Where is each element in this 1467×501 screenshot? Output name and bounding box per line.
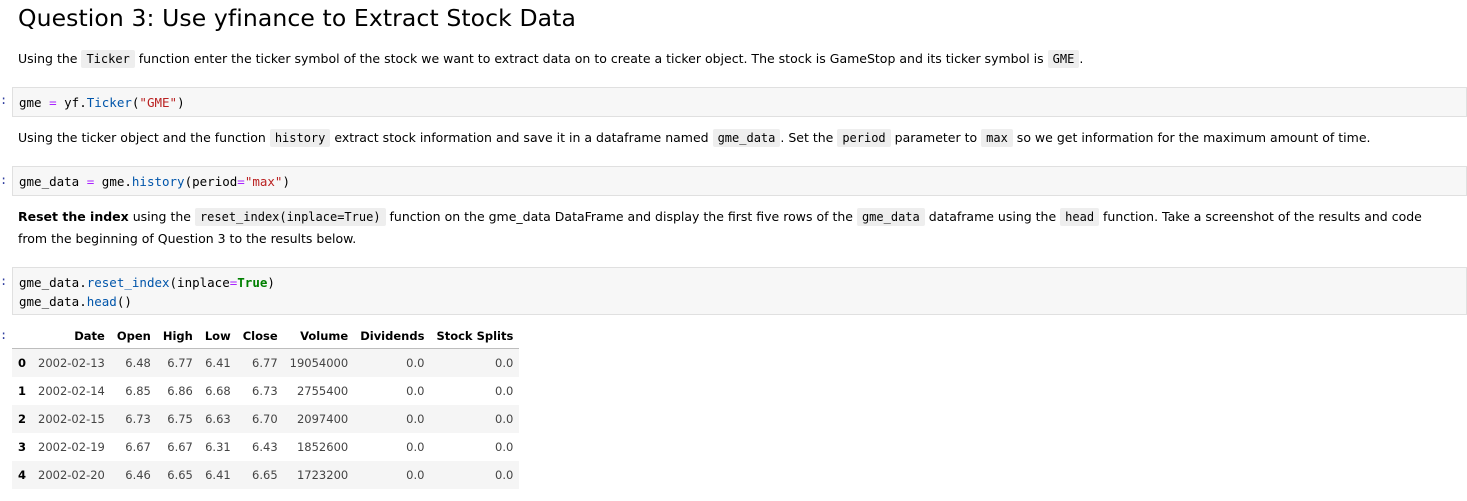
instruction-paragraph-1: Using the Ticker function enter the tick… — [18, 50, 1084, 68]
cell-close: 6.73 — [252, 384, 278, 398]
cell-low: 6.63 — [205, 412, 231, 426]
cell-volume: 2755400 — [296, 384, 349, 398]
cell-dividends: 0.0 — [406, 356, 425, 370]
row-index: 2 — [18, 412, 27, 426]
cell-date: 2002-02-13 — [38, 356, 105, 370]
column-header — [12, 324, 32, 349]
column-header: Stock Splits — [436, 329, 514, 343]
column-header: Volume — [300, 329, 349, 343]
cell-open: 6.85 — [125, 384, 151, 398]
column-header: Dividends — [360, 329, 425, 343]
table-row: 3 2002-02-19 6.67 6.67 6.31 6.43 1852600… — [12, 433, 519, 461]
cell-high: 6.75 — [167, 412, 193, 426]
cell-close: 6.77 — [252, 356, 278, 370]
cell-prompt: : — [0, 93, 8, 107]
inline-code-gme: GME — [1047, 50, 1080, 68]
code-cell-history[interactable]: gme_data = gme.history(period="max") — [12, 166, 1467, 196]
cell-dividends: 0.0 — [406, 384, 425, 398]
table-row: 1 2002-02-14 6.85 6.86 6.68 6.73 2755400… — [12, 377, 519, 405]
cell-volume: 1723200 — [296, 468, 349, 482]
code-cell-reset-head[interactable]: gme_data.reset_index(inplace=True) gme_d… — [12, 267, 1467, 315]
inline-code-period: period — [837, 129, 891, 147]
column-header: Open — [116, 329, 151, 343]
cell-close: 6.43 — [252, 440, 278, 454]
row-index: 1 — [18, 384, 27, 398]
cell-date: 2002-02-14 — [38, 384, 105, 398]
cell-dividends: 0.0 — [406, 468, 425, 482]
row-index: 0 — [18, 356, 27, 370]
cell-close: 6.70 — [252, 412, 278, 426]
cell-high: 6.65 — [167, 468, 193, 482]
cell-stock-splits: 0.0 — [495, 384, 514, 398]
row-index: 3 — [18, 440, 27, 454]
cell-close: 6.65 — [252, 468, 278, 482]
cell-volume: 1852600 — [296, 440, 349, 454]
cell-volume: 19054000 — [289, 356, 349, 370]
cell-stock-splits: 0.0 — [495, 356, 514, 370]
cell-stock-splits: 0.0 — [495, 412, 514, 426]
inline-code-history: history — [269, 129, 331, 147]
cell-prompt: : — [0, 274, 8, 288]
cell-dividends: 0.0 — [406, 440, 425, 454]
cell-prompt: : — [0, 173, 8, 187]
cell-open: 6.73 — [125, 412, 151, 426]
cell-low: 6.41 — [205, 356, 231, 370]
inline-code-reset-index: reset_index(inplace=True) — [194, 208, 386, 226]
cell-date: 2002-02-20 — [38, 468, 105, 482]
cell-date: 2002-02-15 — [38, 412, 105, 426]
cell-low: 6.41 — [205, 468, 231, 482]
table-row: 2 2002-02-15 6.73 6.75 6.63 6.70 2097400… — [12, 405, 520, 433]
cell-high: 6.67 — [167, 440, 193, 454]
row-index: 4 — [18, 468, 27, 482]
cell-dividends: 0.0 — [406, 412, 425, 426]
table-row: 0 2002-02-13 6.48 6.77 6.41 6.77 1905400… — [12, 348, 520, 377]
cell-volume: 2097400 — [296, 412, 349, 426]
cell-low: 6.68 — [205, 384, 231, 398]
instruction-paragraph-3: Reset the index using the reset_index(in… — [18, 208, 1422, 246]
code-cell-ticker[interactable]: gme = yf.Ticker("GME") — [12, 87, 1467, 117]
table-header-row: Date Open High Low Close Volume Dividend… — [12, 324, 520, 349]
column-header: Low — [204, 329, 231, 343]
inline-code-max: max — [981, 129, 1013, 147]
cell-date: 2002-02-19 — [38, 440, 105, 454]
output-prompt: : — [0, 328, 8, 342]
inline-code-gme-data: gme_data — [856, 208, 925, 226]
column-header: Date — [74, 329, 105, 343]
section-heading: Question 3: Use yfinance to Extract Stoc… — [18, 4, 576, 32]
column-header: Close — [242, 329, 278, 343]
table-row: 4 2002-02-20 6.46 6.65 6.41 6.65 1723200… — [12, 461, 520, 489]
cell-open: 6.48 — [125, 356, 151, 370]
inline-code-gme-data: gme_data — [712, 129, 781, 147]
cell-open: 6.46 — [125, 468, 151, 482]
dataframe-output-table: Date Open High Low Close Volume Dividend… — [12, 324, 520, 489]
cell-low: 6.31 — [205, 440, 231, 454]
inline-code-ticker: Ticker — [81, 50, 135, 68]
inline-code-head: head — [1060, 208, 1100, 226]
cell-high: 6.77 — [167, 356, 193, 370]
instruction-paragraph-2: Using the ticker object and the function… — [18, 129, 1371, 147]
cell-stock-splits: 0.0 — [495, 440, 514, 454]
cell-stock-splits: 0.0 — [495, 468, 514, 482]
column-header: High — [162, 329, 193, 343]
cell-open: 6.67 — [125, 440, 151, 454]
cell-high: 6.86 — [167, 384, 193, 398]
